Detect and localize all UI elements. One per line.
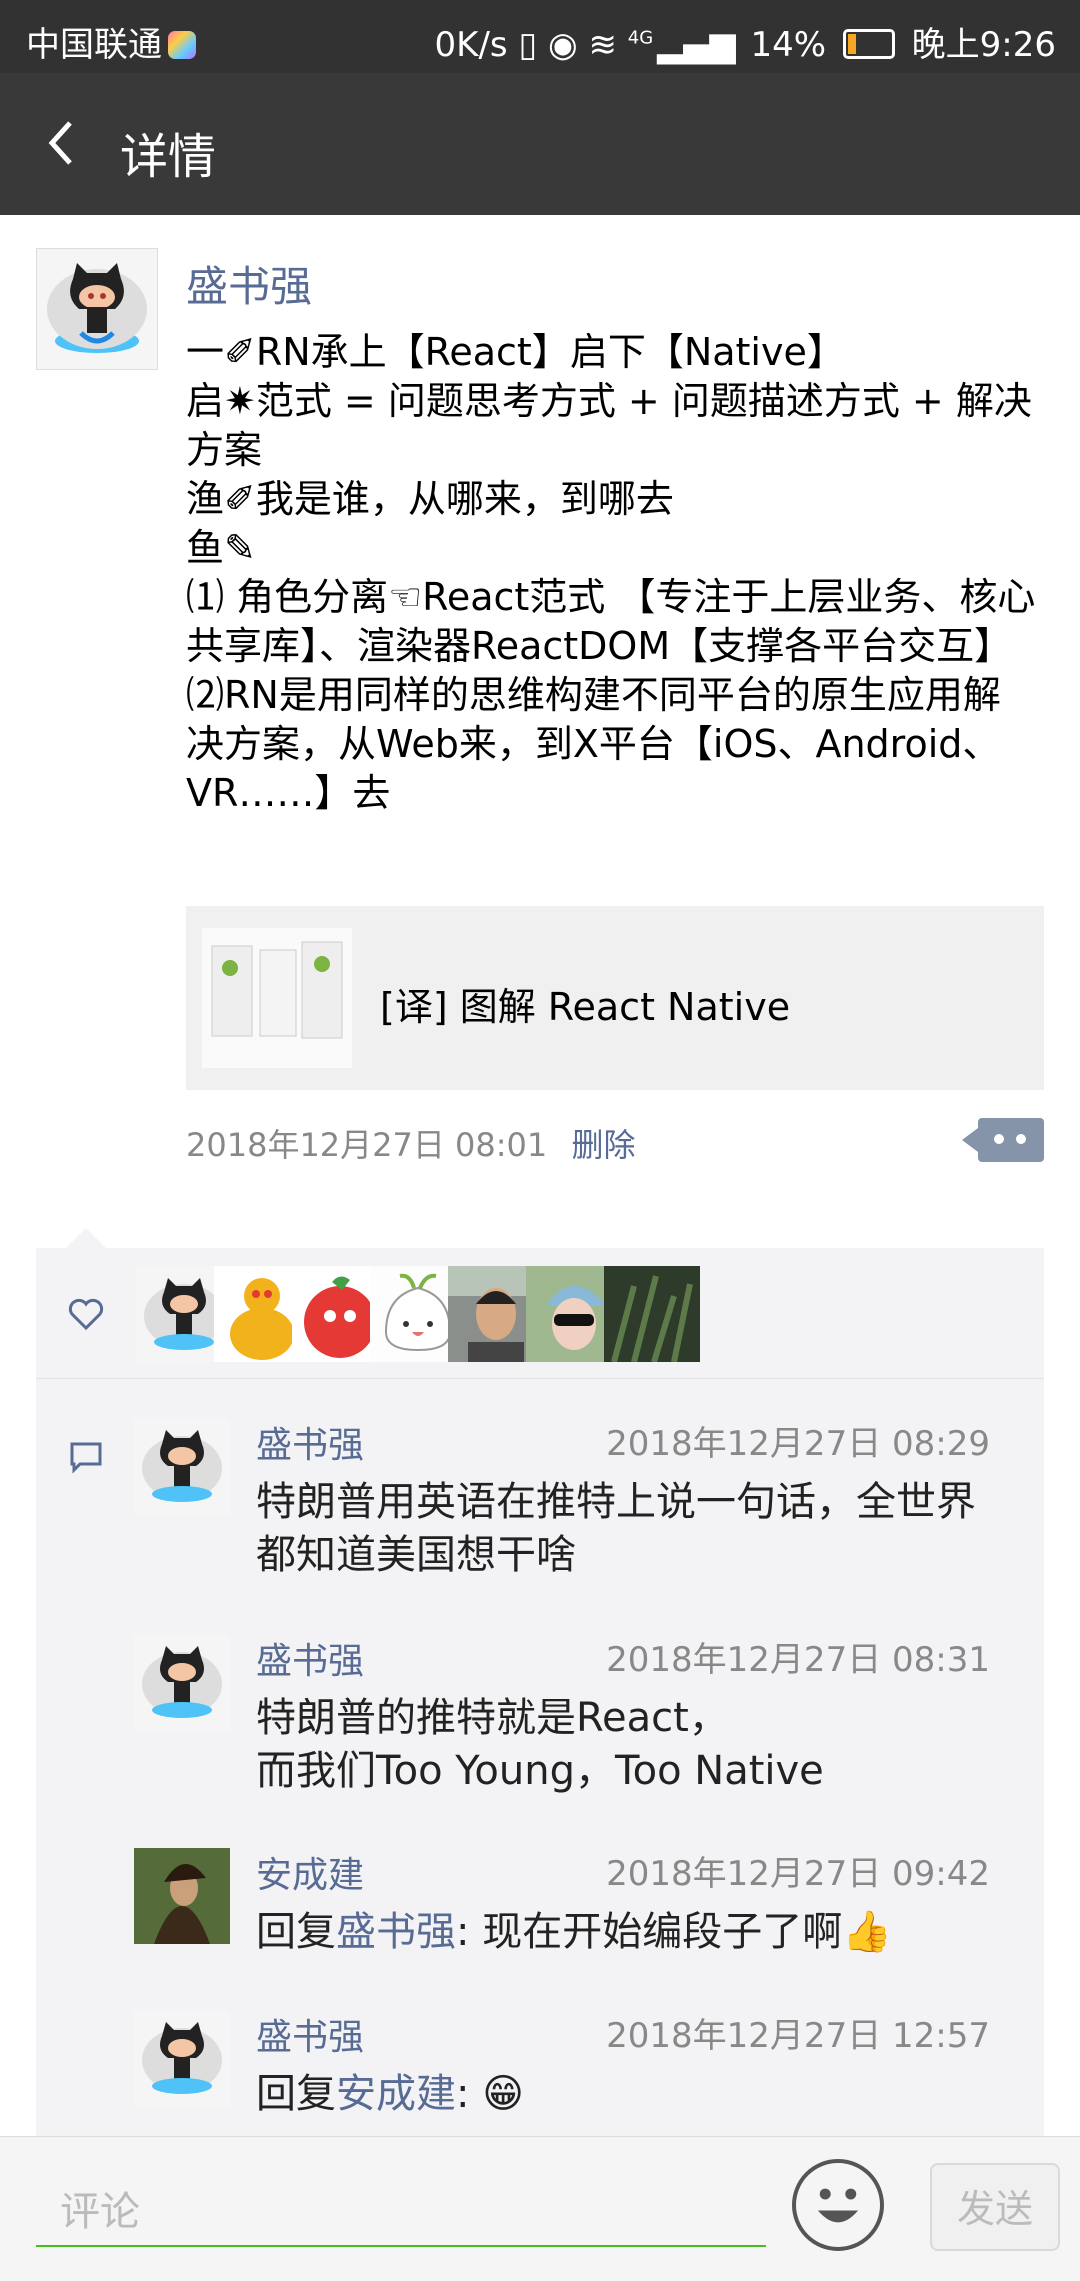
- avatar[interactable]: [134, 1418, 230, 1514]
- battery-icon: [842, 29, 895, 59]
- page-title: 详情: [120, 129, 217, 185]
- comment-input[interactable]: 评论: [36, 2177, 766, 2247]
- comment-time: 2018年12月27日 12:57: [606, 2016, 990, 2056]
- link-title: [译] 图解 React Native: [380, 985, 791, 1029]
- comment-text: 特朗普用英语在推特上说一句话，全世界都知道美国想干啥: [256, 1479, 976, 1578]
- net-speed: 0K/s: [434, 25, 508, 65]
- link-thumbnail: [202, 928, 352, 1068]
- status-bar: 中国联通 0K/s ▯ ◉ ≋ 4G ▂▄▆ 14% 晚上9:26: [0, 0, 1080, 73]
- network-type: 4G: [627, 27, 654, 49]
- comment-author[interactable]: 盛书强: [256, 1416, 364, 1468]
- comment-text: 回复盛书强: 现在开始编段子了啊👍: [256, 1906, 996, 1959]
- avatar[interactable]: [36, 248, 158, 370]
- post-meta: 2018年12月27日 08:01 删除: [186, 1120, 635, 1166]
- clock: 晚上9:26: [911, 25, 1056, 65]
- reply-body: : 😁: [456, 2071, 524, 2117]
- likes-row: [36, 1248, 1044, 1379]
- comment-text: 特朗普的推特就是React， 而我们Too Young，Too Native: [256, 1695, 824, 1794]
- reply-to-name[interactable]: 安成建: [336, 2071, 456, 2117]
- comment-input-bar: 评论 发送: [0, 2136, 1080, 2281]
- delete-link[interactable]: 删除: [571, 1126, 635, 1164]
- dot-icon: [1016, 1134, 1026, 1144]
- status-right: 0K/s ▯ ◉ ≋ 4G ▂▄▆ 14% 晚上9:26: [435, 17, 1056, 66]
- avatar[interactable]: [134, 1634, 230, 1730]
- dot-icon: [994, 1134, 1004, 1144]
- post-author[interactable]: 盛书强: [186, 253, 312, 314]
- comment-text: 回复安成建: 😁: [256, 2068, 996, 2121]
- top-bar: 详情: [0, 73, 1080, 215]
- chevron-left-icon[interactable]: [38, 113, 98, 173]
- heart-icon: [68, 1298, 104, 1331]
- emoji-icon[interactable]: [792, 2159, 884, 2251]
- send-button[interactable]: 发送: [930, 2163, 1060, 2251]
- wifi-icon: ≋: [588, 25, 617, 65]
- signal-icon: ▂▄▆: [657, 25, 736, 65]
- comment-author[interactable]: 盛书强: [256, 1632, 364, 1684]
- comment-time: 2018年12月27日 09:42: [606, 1854, 990, 1894]
- shared-link-card[interactable]: [译] 图解 React Native: [186, 906, 1044, 1090]
- carrier: 中国联通: [26, 17, 196, 66]
- avatar[interactable]: [134, 1848, 230, 1944]
- interaction-panel: 盛书强 2018年12月27日 08:29 特朗普用英语在推特上说一句话，全世界…: [36, 1228, 1044, 2148]
- avatar[interactable]: [134, 2010, 230, 2106]
- eye-icon: ◉: [547, 25, 578, 65]
- reply-body: : 现在开始编段子了啊👍: [456, 1909, 892, 1955]
- comment-author[interactable]: 安成建: [256, 1846, 364, 1898]
- app-icon: [168, 31, 196, 59]
- comment-time: 2018年12月27日 08:29: [606, 1424, 990, 1464]
- octocat-icon: [47, 263, 147, 353]
- post-timestamp: 2018年12月27日 08:01: [186, 1126, 548, 1164]
- reply-prefix: 回复: [256, 2071, 336, 2117]
- reply-to-name[interactable]: 盛书强: [336, 1909, 456, 1955]
- comment-time: 2018年12月27日 08:31: [606, 1640, 990, 1680]
- like-avatar[interactable]: [604, 1266, 700, 1362]
- post-content: 一✐RN承上【React】启下【Native】 启✷范式 = 问题思考方式 + …: [186, 330, 1036, 815]
- comment-icon: [70, 1442, 102, 1474]
- comment-author[interactable]: 盛书强: [256, 2008, 364, 2060]
- vibrate-icon: ▯: [518, 25, 538, 65]
- comment-like-menu-button[interactable]: [962, 1118, 1044, 1162]
- battery-percent: 14%: [750, 25, 827, 65]
- reply-prefix: 回复: [256, 1909, 336, 1955]
